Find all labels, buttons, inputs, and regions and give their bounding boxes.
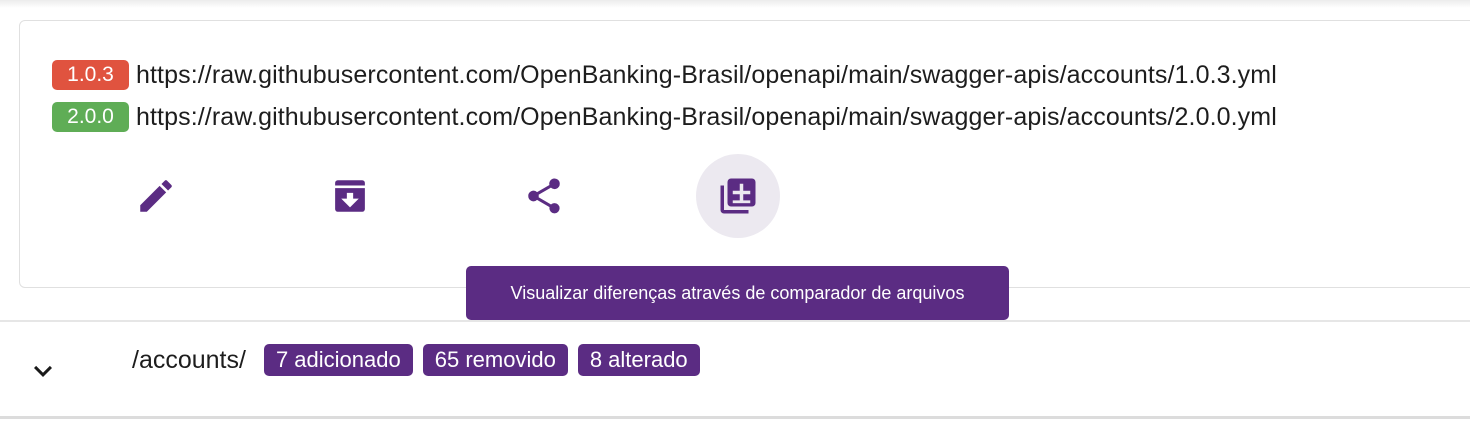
version-url-old[interactable]: https://raw.githubusercontent.com/OpenBa… xyxy=(136,61,1277,90)
share-icon xyxy=(528,178,560,214)
endpoint-row: /accounts/ 7 adicionado 65 removido 8 al… xyxy=(132,344,710,376)
bottom-divider xyxy=(0,416,1470,419)
archive-download-button[interactable] xyxy=(308,154,392,238)
endpoint-path: /accounts/ xyxy=(132,345,246,374)
removed-count-badge: 65 removido xyxy=(422,344,568,376)
added-count-badge: 7 adicionado xyxy=(263,344,413,376)
expand-toggle[interactable] xyxy=(22,350,64,392)
library-add-icon xyxy=(720,178,756,214)
share-button[interactable] xyxy=(502,154,586,238)
version-badge-old: 1.0.3 xyxy=(52,60,129,90)
compare-tooltip: Visualizar diferenças através de compara… xyxy=(466,266,1009,320)
changed-count-badge: 8 alterado xyxy=(577,344,700,376)
section-divider xyxy=(0,320,1470,322)
chevron-down-icon xyxy=(34,365,52,377)
top-shadow xyxy=(0,0,1470,8)
version-row-new: 2.0.0 https://raw.githubusercontent.com/… xyxy=(52,102,1277,132)
version-row-old: 1.0.3 https://raw.githubusercontent.com/… xyxy=(52,60,1277,90)
edit-button[interactable] xyxy=(114,154,198,238)
compare-files-button[interactable] xyxy=(696,154,780,238)
version-url-new[interactable]: https://raw.githubusercontent.com/OpenBa… xyxy=(136,103,1277,132)
version-badge-new: 2.0.0 xyxy=(52,102,129,132)
pencil-icon xyxy=(140,180,172,212)
archive-download-icon xyxy=(335,180,365,212)
